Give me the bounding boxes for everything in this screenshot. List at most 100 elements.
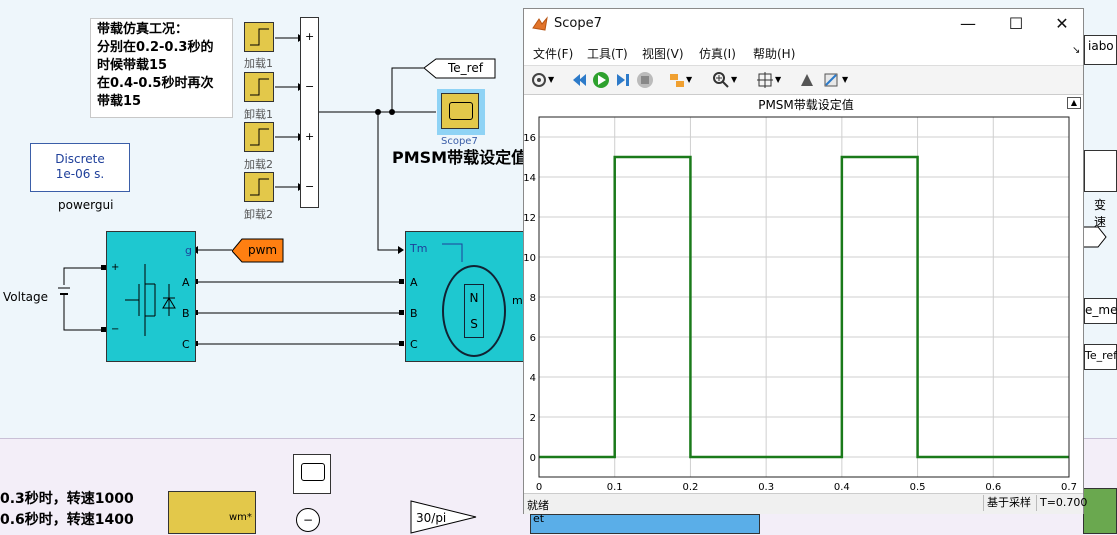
menu-simulation[interactable]: 仿真(I) — [699, 45, 736, 62]
stop-icon[interactable] — [636, 71, 654, 89]
inverter-port-g: g — [185, 244, 192, 257]
series-line — [539, 155, 1069, 459]
dropdown-arrow-icon[interactable]: ▼ — [731, 75, 749, 93]
gain-label: 30/pi — [416, 511, 447, 525]
status-ready: 就绪 — [527, 499, 549, 512]
undock-icon[interactable]: ▲ — [1067, 97, 1081, 109]
right-side-block[interactable] — [1084, 150, 1117, 192]
y-tick-label: 6 — [530, 333, 536, 344]
scope-titlebar[interactable]: Scope7 — ☐ ✕ — [524, 9, 1083, 39]
step-back-icon[interactable] — [570, 71, 588, 89]
note-line: 时候带载15 — [97, 58, 168, 73]
plot-area[interactable]: PMSM带载设定值 0 0.1 0.2 0.3 0.4 0.5 0.6 0.7 0 2 4 6 8 10 1… — [523, 95, 1083, 493]
x-tick-label: 0.6 — [985, 482, 1001, 491]
igbt-icon — [125, 264, 176, 336]
dropdown-arrow-icon[interactable]: ▼ — [686, 75, 704, 93]
scope-title: Scope7 — [554, 16, 602, 31]
powergui-block[interactable]: Discrete 1e-06 s. — [30, 143, 130, 192]
sum-sign: + — [305, 30, 315, 43]
motor-pole: N — [469, 291, 479, 305]
pmsm-block[interactable]: Tm N S A B C m — [405, 231, 525, 362]
goto-tag-fragment[interactable] — [1084, 226, 1108, 248]
sum-sign: + — [305, 130, 315, 143]
y-tick-label: 10 — [524, 253, 536, 264]
menu-tools[interactable]: 工具(T) — [587, 45, 628, 62]
step-block-load1[interactable] — [244, 22, 274, 52]
motor-port: A — [410, 276, 418, 289]
voltage-label: Voltage — [3, 290, 49, 304]
chart-title: PMSM带载设定值 — [758, 97, 854, 112]
x-tick-label: 0.1 — [607, 482, 623, 491]
inverter-block[interactable]: g + − A B C — [106, 231, 196, 362]
step-forward-icon[interactable] — [614, 71, 632, 89]
y-tick-label: 8 — [530, 293, 536, 304]
highlight-block-icon[interactable] — [668, 71, 686, 89]
scope-window[interactable]: Scope7 — ☐ ✕ 文件(F) 工具(T) 视图(V) 仿真(I) 帮助(… — [523, 8, 1087, 514]
motor-m-port: m — [512, 294, 523, 307]
motor-port: B — [410, 307, 418, 320]
step-block-load2[interactable] — [244, 122, 274, 152]
status-bar: 就绪 基于采样 T=0.700 — [524, 493, 1087, 514]
sum-sign: − — [305, 180, 315, 193]
status-time: T=0.700 — [1036, 495, 1087, 511]
matlab-icon — [532, 16, 548, 31]
right-block[interactable] — [1083, 488, 1117, 534]
motor-magnet-icon: N S — [464, 284, 484, 338]
x-tick-label: 0.3 — [758, 482, 774, 491]
menu-overflow-icon[interactable]: ↘ — [1072, 45, 1080, 56]
step-block-unload2[interactable] — [244, 172, 274, 202]
sum-block[interactable]: + − + − — [300, 17, 319, 208]
run-icon[interactable] — [592, 71, 610, 89]
speed-ref-block[interactable]: wm* — [168, 491, 256, 534]
tick-labels: 0 0.1 0.2 0.3 0.4 0.5 0.6 0.7 0 2 4 6 8 10 12 14 16 — [523, 133, 1077, 493]
close-button[interactable]: ✕ — [1042, 13, 1082, 35]
step-label: 加载2 — [244, 158, 273, 171]
cursor-measure-icon[interactable] — [798, 71, 816, 89]
status-sampling: 基于采样 — [983, 495, 1039, 511]
y-tick-label: 12 — [524, 213, 536, 224]
menu-view[interactable]: 视图(V) — [642, 45, 684, 62]
style-edit-icon[interactable] — [822, 71, 840, 89]
x-tick-label: 0.2 — [682, 482, 698, 491]
wm-port-label: wm* — [229, 512, 252, 523]
te-me-tag[interactable]: e_me — [1084, 298, 1117, 324]
step-block-unload1[interactable] — [244, 72, 274, 102]
maximize-button[interactable]: ☐ — [996, 13, 1036, 35]
te-ref-label: Te_ref — [448, 61, 483, 75]
motor-port: C — [410, 338, 418, 351]
scope-toolbar: ▼ ▼ ▼ ▼ ▼ — [524, 65, 1083, 95]
speed-change-label: 变速 — [1094, 198, 1107, 229]
x-tick-label: 0.4 — [834, 482, 850, 491]
iabc-tag[interactable]: iabo — [1084, 35, 1117, 65]
scope-screen-icon — [449, 102, 473, 120]
minimize-button[interactable]: — — [948, 13, 988, 35]
x-tick-label: 0 — [536, 482, 542, 491]
powergui-label: powergui — [58, 198, 114, 212]
menu-file[interactable]: 文件(F) — [533, 45, 573, 62]
autoscale-icon[interactable] — [756, 71, 774, 89]
note-line: 带载仿真工况： — [97, 22, 189, 37]
menu-help[interactable]: 帮助(H) — [753, 45, 795, 62]
motor-tm-port: Tm — [410, 242, 428, 255]
dropdown-arrow-icon[interactable]: ▼ — [842, 75, 860, 93]
line-chart[interactable]: PMSM带载设定值 0 0.1 0.2 0.3 0.4 0.5 0.6 0.7 0 2 4 6 8 10 1… — [523, 95, 1083, 493]
powergui-line: 1e-06 s. — [55, 167, 105, 181]
speed-controller-block[interactable] — [530, 514, 760, 534]
dropdown-arrow-icon[interactable]: ▼ — [775, 75, 793, 93]
simulation-note[interactable]: 带载仿真工况： 分别在0.2-0.3秒的 时候带载15 在0.4-0.5秒时再次… — [90, 18, 233, 118]
te-ref-tag-right[interactable]: Te_ref — [1084, 344, 1117, 370]
speed-scope-block[interactable] — [293, 454, 331, 494]
series-layer — [539, 155, 1069, 459]
motor-pole: S — [470, 317, 478, 331]
settings-gear-icon[interactable] — [530, 71, 548, 89]
speed-sum-block[interactable]: − — [296, 508, 320, 532]
inverter-port: C — [182, 338, 190, 351]
zoom-in-icon[interactable] — [712, 71, 730, 89]
y-tick-label: 0 — [530, 453, 536, 464]
grid-lines — [538, 117, 1070, 477]
scope-block[interactable] — [441, 93, 479, 129]
scope-screen-icon — [301, 463, 325, 481]
dropdown-arrow-icon[interactable]: ▼ — [548, 75, 566, 93]
y-tick-label: 16 — [524, 133, 536, 144]
scope-block-highlight[interactable] — [437, 89, 485, 135]
